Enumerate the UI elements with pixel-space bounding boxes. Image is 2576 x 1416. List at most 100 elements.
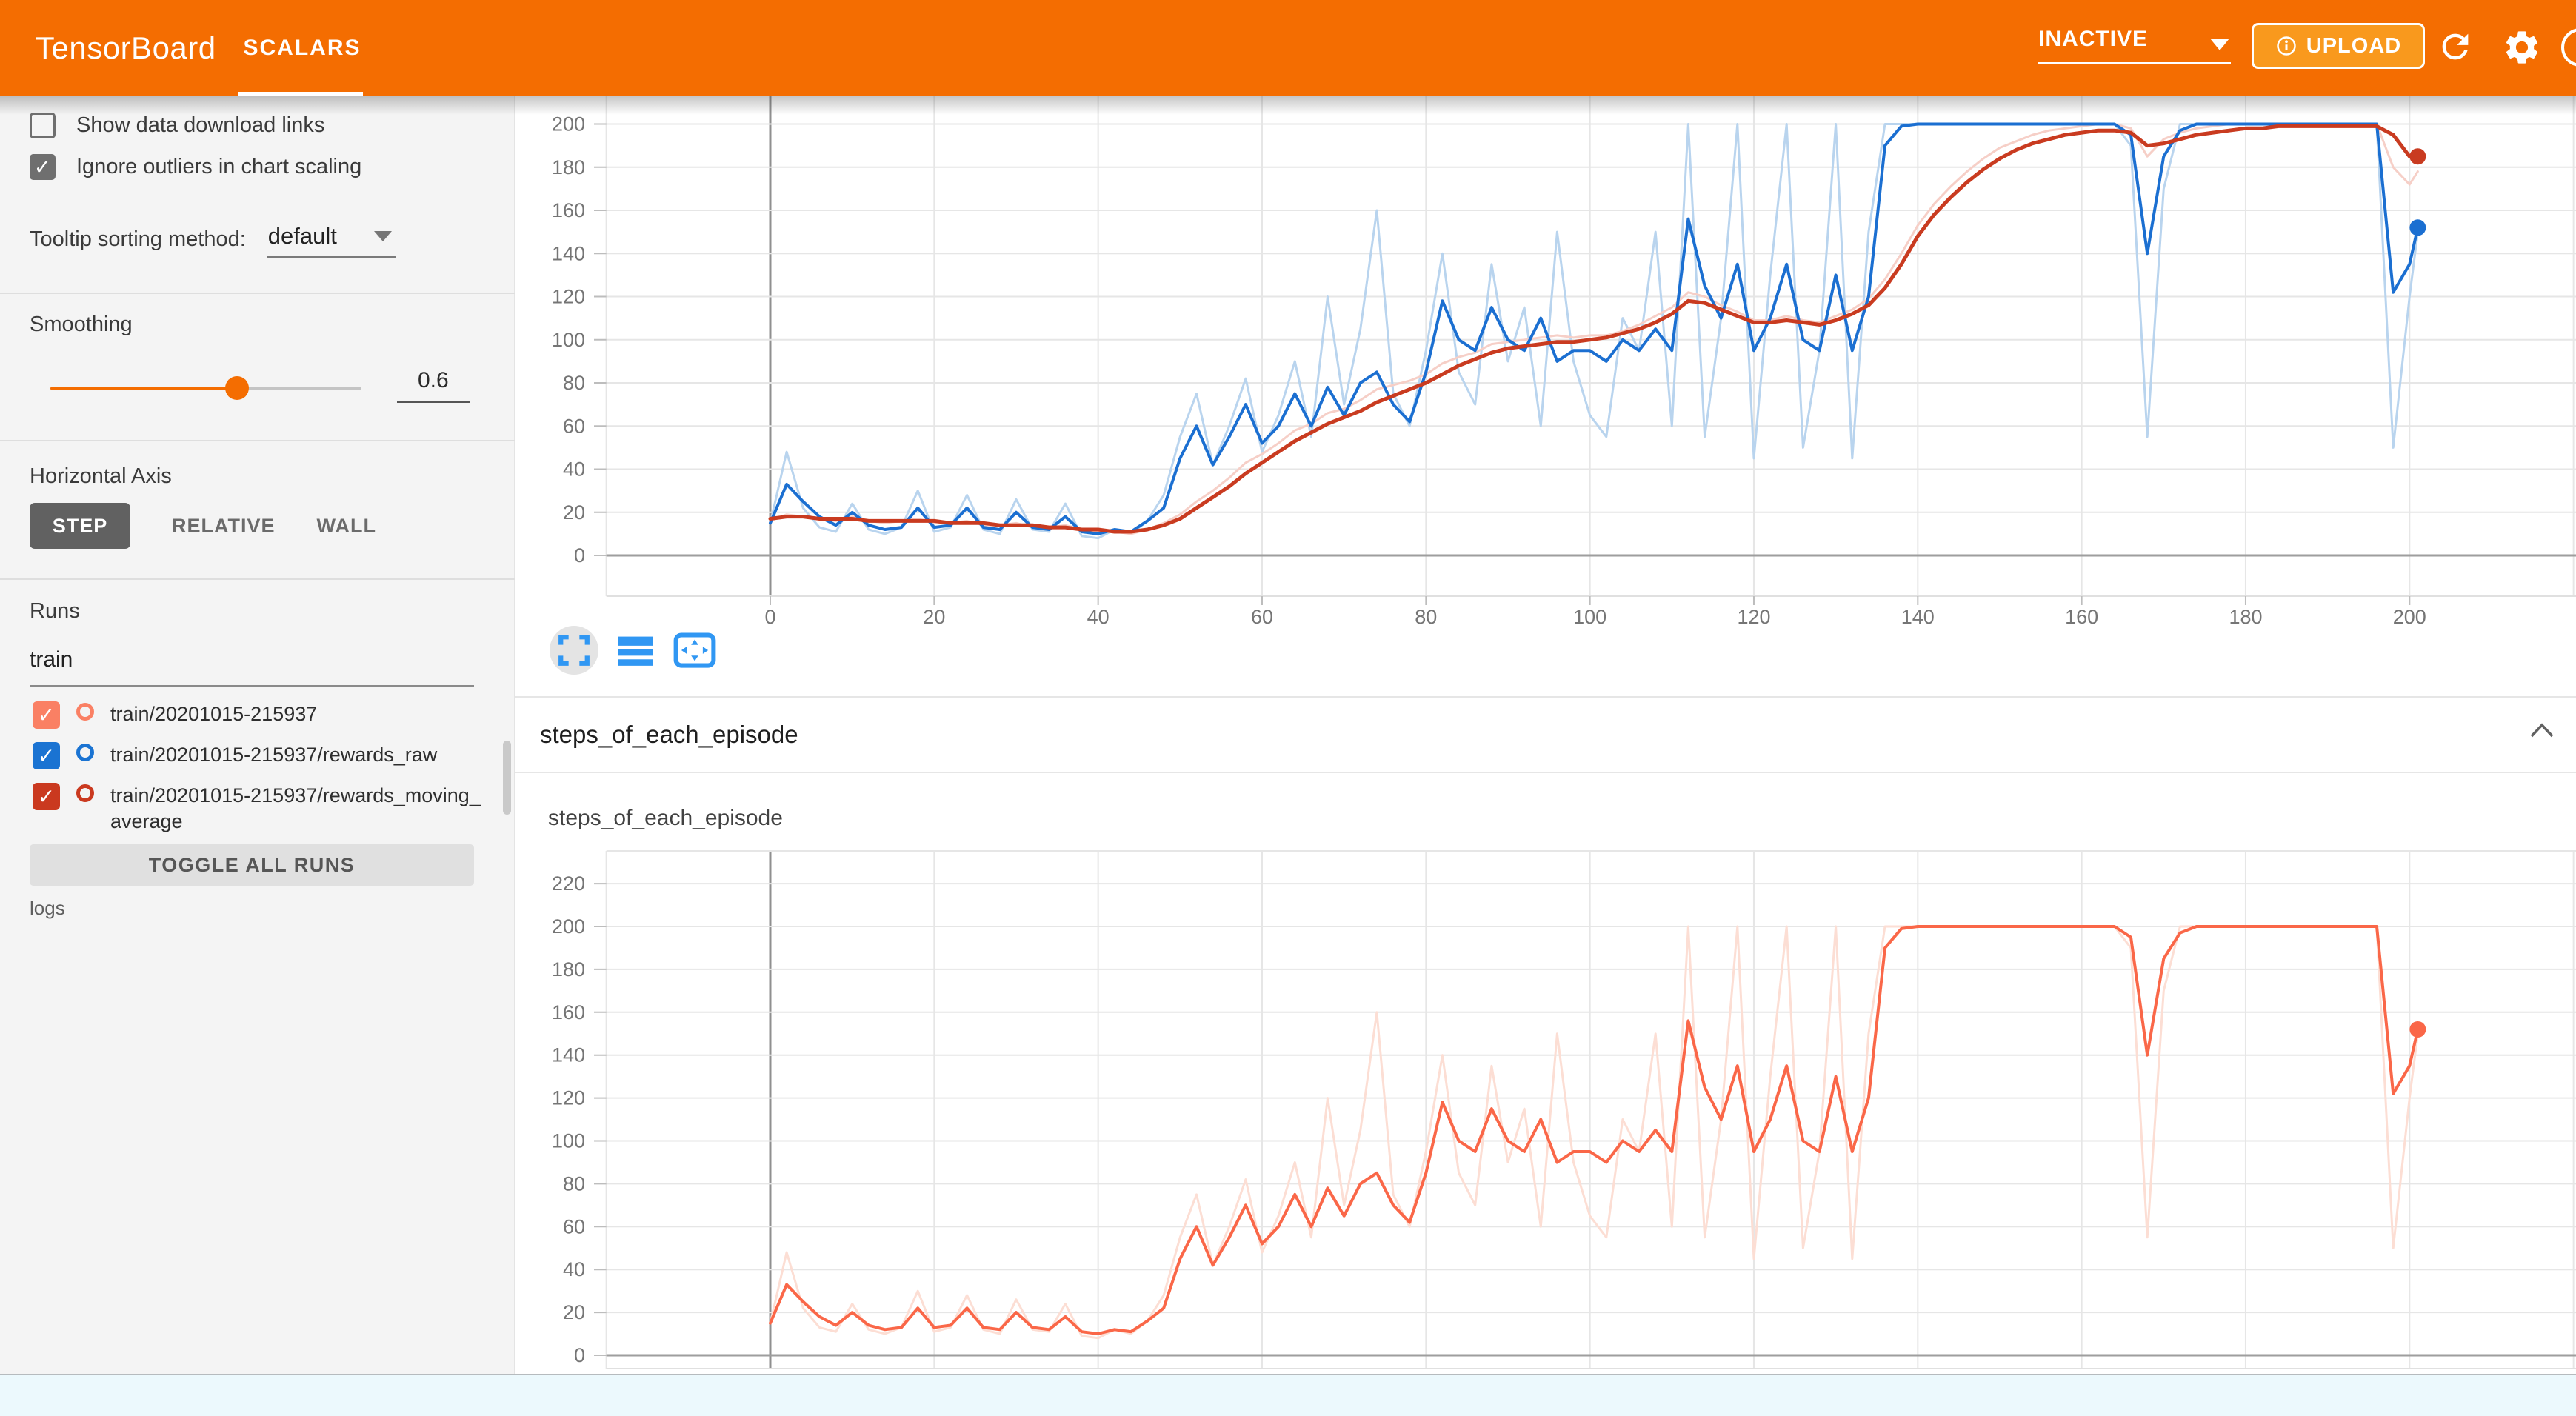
section-header-steps-of-each-episode[interactable]: steps_of_each_episode	[515, 696, 2576, 773]
horizontal-axis-label: Horizontal Axis	[30, 464, 172, 489]
run-row[interactable]: ✓ train/20201015-215937/rewards_raw	[33, 742, 484, 769]
run-label: train/20201015-215937	[110, 701, 484, 727]
svg-text:160: 160	[2065, 606, 2098, 628]
svg-text:120: 120	[1737, 606, 1770, 628]
run-row[interactable]: ✓ train/20201015-215937/rewards_moving_a…	[33, 783, 484, 835]
horizontal-bars-icon	[615, 630, 655, 670]
svg-text:220: 220	[552, 872, 585, 895]
ignore-outliers-checkbox-row[interactable]: ✓ Ignore outliers in chart scaling	[30, 154, 361, 180]
fit-domain-to-data-button[interactable]	[673, 628, 717, 672]
ignore-outliers-label: Ignore outliers in chart scaling	[76, 155, 361, 179]
logs-label: logs	[30, 897, 65, 920]
runs-label: Runs	[30, 599, 80, 624]
svg-text:20: 20	[563, 501, 585, 524]
haxis-wall-button[interactable]: WALL	[317, 515, 376, 538]
tooltip-sorting-value: default	[268, 223, 337, 250]
svg-text:100: 100	[552, 1130, 585, 1152]
svg-text:20: 20	[923, 606, 945, 628]
svg-text:200: 200	[552, 113, 585, 136]
svg-text:60: 60	[1251, 606, 1273, 628]
svg-text:100: 100	[552, 329, 585, 351]
svg-text:120: 120	[552, 1087, 585, 1109]
run-color-circle-icon[interactable]	[76, 784, 94, 802]
run-checkbox[interactable]: ✓	[33, 742, 60, 769]
toggle-y-axis-log-button[interactable]	[613, 628, 658, 672]
svg-text:60: 60	[563, 415, 585, 437]
tooltip-sorting-dropdown[interactable]: default	[267, 223, 396, 258]
gear-icon[interactable]	[2502, 27, 2542, 67]
svg-text:160: 160	[552, 199, 585, 221]
svg-text:160: 160	[552, 1001, 585, 1023]
svg-text:100: 100	[1573, 606, 1606, 628]
smoothing-slider-handle[interactable]	[225, 376, 249, 400]
fit-to-data-icon	[673, 632, 716, 669]
haxis-step-button[interactable]: STEP	[30, 503, 130, 549]
svg-text:180: 180	[552, 156, 585, 178]
run-row[interactable]: ✓ train/20201015-215937	[33, 701, 484, 729]
tab-scalars-label: SCALARS	[243, 36, 361, 61]
divider	[0, 578, 515, 580]
svg-text:0: 0	[574, 1344, 585, 1366]
svg-text:0: 0	[574, 544, 585, 567]
smoothing-slider[interactable]	[50, 387, 361, 390]
svg-text:40: 40	[563, 458, 585, 481]
status-dropdown[interactable]: INACTIVE	[2038, 0, 2232, 81]
svg-text:180: 180	[2229, 606, 2262, 628]
svg-text:40: 40	[563, 1258, 585, 1280]
svg-text:200: 200	[552, 915, 585, 938]
rewards-chart[interactable]: 2001801601401201008060402000204060801001…	[515, 96, 2576, 696]
haxis-relative-button[interactable]: RELATIVE	[172, 515, 276, 538]
checkbox-checked-icon[interactable]: ✓	[30, 154, 56, 180]
divider	[0, 293, 515, 294]
run-color-circle-icon[interactable]	[76, 744, 94, 761]
show-download-links-label: Show data download links	[76, 113, 324, 138]
svg-text:60: 60	[563, 1215, 585, 1238]
status-value: INACTIVE	[2038, 27, 2148, 52]
runs-filter-input[interactable]	[30, 647, 474, 672]
info-icon	[2275, 35, 2298, 57]
run-checkbox[interactable]: ✓	[33, 783, 60, 810]
chevron-down-icon	[374, 231, 392, 241]
refresh-icon[interactable]	[2436, 27, 2475, 66]
smoothing-value-input[interactable]: 0.6	[397, 368, 470, 403]
tooltip-sorting-label: Tooltip sorting method:	[30, 227, 246, 252]
svg-text:200: 200	[2393, 606, 2426, 628]
svg-text:40: 40	[1087, 606, 1110, 628]
svg-text:80: 80	[563, 372, 585, 394]
chevron-up-icon[interactable]	[2529, 721, 2555, 739]
svg-text:140: 140	[552, 1044, 585, 1066]
svg-text:140: 140	[552, 242, 585, 264]
svg-text:20: 20	[563, 1301, 585, 1323]
toggle-all-runs-button[interactable]: TOGGLE ALL RUNS	[30, 844, 474, 886]
svg-text:80: 80	[563, 1172, 585, 1195]
sidebar-scrollbar[interactable]	[503, 741, 511, 815]
run-label: train/20201015-215937/rewards_raw	[110, 742, 484, 768]
smoothing-label: Smoothing	[30, 313, 133, 337]
tab-active-underline	[238, 92, 363, 96]
steps-of-each-episode-chart[interactable]: 220200180160140120100806040200	[515, 770, 2576, 1374]
upload-button[interactable]: UPLOAD	[2252, 23, 2425, 69]
app-header: TensorBoard SCALARS INACTIVE UPLOAD	[0, 0, 2576, 96]
divider	[0, 440, 515, 441]
section-title: steps_of_each_episode	[540, 698, 798, 772]
svg-text:140: 140	[1901, 606, 1935, 628]
chart-toolbar	[550, 626, 717, 675]
upload-label: UPLOAD	[2306, 34, 2401, 59]
svg-text:80: 80	[1415, 606, 1437, 628]
chevron-down-icon	[2210, 39, 2229, 50]
chart-card-title: steps_of_each_episode	[548, 806, 783, 831]
next-section-edge	[0, 1374, 2576, 1416]
sidebar: Show data download links ✓ Ignore outlie…	[0, 96, 515, 1416]
show-download-links-checkbox-row[interactable]: Show data download links	[30, 113, 324, 138]
app-title: TensorBoard	[36, 0, 216, 96]
help-icon[interactable]	[2561, 28, 2576, 67]
checkbox-unchecked-icon[interactable]	[30, 113, 56, 138]
tab-scalars[interactable]: SCALARS	[238, 0, 366, 96]
svg-text:0: 0	[764, 606, 775, 628]
svg-text:120: 120	[552, 286, 585, 308]
expand-chart-button[interactable]	[550, 626, 598, 675]
run-color-circle-icon[interactable]	[76, 703, 94, 721]
run-checkbox[interactable]: ✓	[33, 701, 60, 729]
run-label: train/20201015-215937/rewards_moving_ave…	[110, 783, 484, 835]
fullscreen-icon	[557, 633, 591, 667]
